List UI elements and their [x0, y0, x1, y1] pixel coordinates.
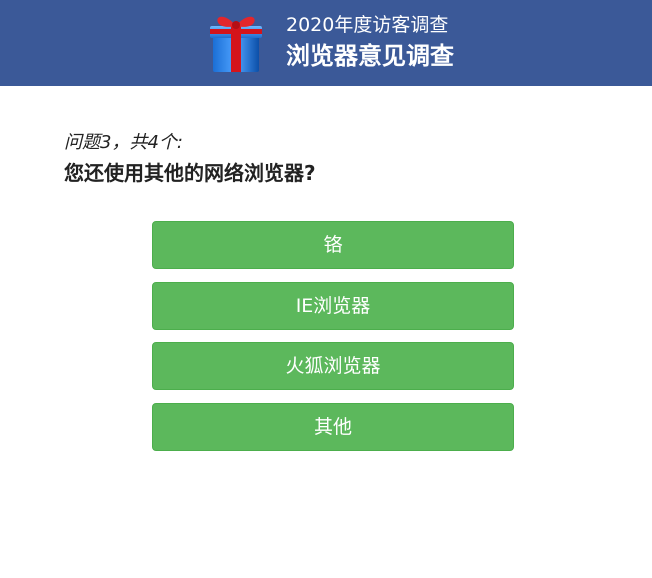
question-text: 您还使用其他的网络浏览器?	[64, 161, 316, 185]
option-button-firefox[interactable]: 火狐浏览器	[152, 342, 514, 390]
question-counter: 问题3，共4个:	[64, 132, 183, 153]
option-button-ie[interactable]: IE浏览器	[152, 282, 514, 330]
option-button-other[interactable]: 其他	[152, 403, 514, 451]
survey-title: 浏览器意见调查	[286, 42, 454, 70]
gift-box-icon	[210, 16, 262, 72]
survey-subtitle: 2020年度访客调查	[286, 14, 449, 36]
option-button-chrome[interactable]: 铬	[152, 221, 514, 269]
survey-header: 2020年度访客调查 浏览器意见调查	[0, 0, 652, 86]
